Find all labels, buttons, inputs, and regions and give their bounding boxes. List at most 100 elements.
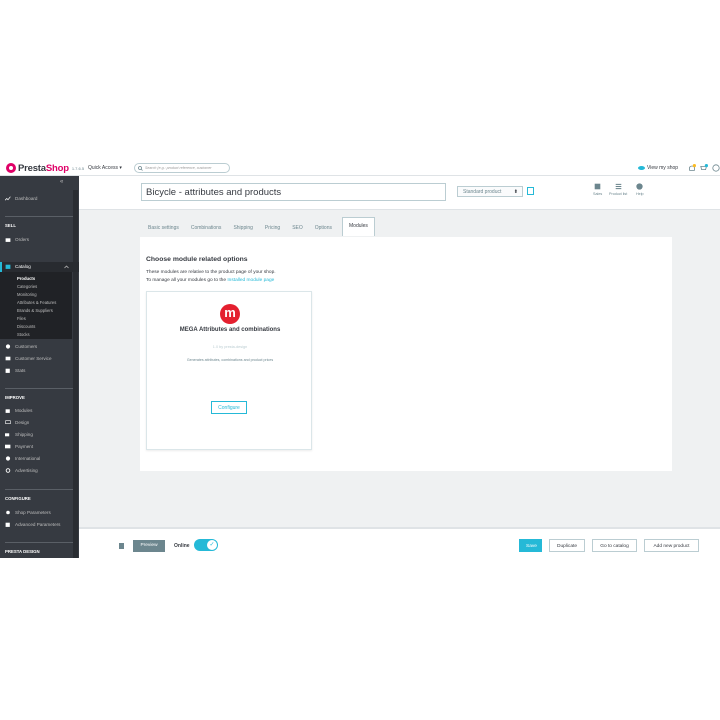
installed-module-page-link[interactable]: Installed module page	[227, 278, 274, 283]
tab-seo[interactable]: SEO	[292, 220, 309, 235]
panel-description: These modules are relative to the produc…	[146, 270, 276, 275]
logo-text-presta: Presta	[18, 162, 46, 174]
sidebar-item-label: Modules	[15, 408, 33, 413]
add-new-product-button[interactable]: Add new product	[644, 539, 699, 552]
sidebar-subitem-monitoring[interactable]: Monitoring	[17, 292, 37, 297]
sidebar-item-shipping[interactable]: Shipping	[5, 432, 33, 437]
sidebar-subitem-categories[interactable]: Categories	[17, 284, 37, 289]
product-type-info-icon[interactable]	[527, 187, 534, 195]
sidebar-subitem-discounts[interactable]: Discounts	[17, 324, 35, 329]
prestashop-logo[interactable]: PrestaShop 1.7.6.5	[6, 162, 84, 174]
sidebar-item-modules[interactable]: Modules	[5, 408, 32, 413]
duplicate-button[interactable]: Duplicate	[549, 539, 585, 552]
online-toggle[interactable]: ✓	[194, 539, 218, 551]
logo-text-shop: Shop	[45, 162, 69, 174]
orders-notification-icon[interactable]	[688, 164, 696, 172]
help-label: Help	[636, 192, 644, 196]
sidebar-item-label: Customers	[15, 344, 38, 349]
sidebar: « Dashboard SELL Orders Catalog Products…	[0, 176, 79, 558]
product-footer: Preview Online ✓ Save Duplicate Go to ca…	[79, 527, 720, 558]
sidebar-subitem-stocks[interactable]: Stocks	[17, 332, 30, 337]
trending-icon	[5, 196, 11, 201]
section-sell: SELL	[5, 223, 16, 228]
help-button[interactable]: Help	[636, 183, 644, 196]
sidebar-item-international[interactable]: International	[5, 456, 40, 461]
eye-icon	[638, 166, 645, 170]
module-description: Generates attributes, combinations and p…	[186, 358, 274, 362]
sidebar-subitem-files[interactable]: Files	[17, 316, 26, 321]
module-version: 1.0 by presta-design	[212, 345, 248, 349]
section-presta-design: PRESTA DESIGN	[5, 549, 40, 554]
product-type-value: Standard product	[463, 189, 502, 195]
sidebar-item-label: Catalog	[15, 264, 31, 269]
tab-basic-settings[interactable]: Basic settings	[148, 220, 185, 235]
sidebar-scrollbar[interactable]	[73, 190, 78, 558]
prestashop-admin: PrestaShop 1.7.6.5 Quick Access ▾ View m…	[0, 160, 720, 558]
sidebar-item-advanced-parameters[interactable]: Advanced Parameters	[5, 522, 60, 527]
panel-title: Choose module related options	[146, 256, 248, 263]
puffin-logo-icon	[6, 163, 16, 173]
configure-button[interactable]: Configure	[211, 401, 247, 414]
sidebar-item-label: Shipping	[15, 432, 33, 437]
section-configure: CONFIGURE	[5, 496, 31, 501]
sidebar-item-design[interactable]: Design	[5, 420, 29, 425]
credit-card-icon	[5, 444, 11, 449]
product-header: Bicycle - attributes and products Standa…	[79, 176, 720, 210]
tab-pricing[interactable]: Pricing	[265, 220, 286, 235]
tab-shipping[interactable]: Shipping	[233, 220, 258, 235]
view-my-shop-link[interactable]: View my shop	[638, 165, 678, 171]
product-list-label: Product list	[609, 192, 628, 196]
view-my-shop-label: View my shop	[647, 165, 679, 171]
sidebar-item-customer-service[interactable]: Customer Service	[5, 356, 52, 361]
modules-panel: Choose module related options These modu…	[140, 237, 672, 471]
tab-combinations[interactable]: Combinations	[191, 220, 228, 235]
catalog-row: Catalog	[5, 264, 31, 269]
sidebar-item-dashboard[interactable]: Dashboard	[5, 196, 37, 201]
messages-notification-icon[interactable]	[712, 164, 720, 172]
product-type-select[interactable]: Standard product ⬍	[457, 186, 523, 197]
product-list-button[interactable]: Product list	[609, 183, 627, 196]
sidebar-item-payment[interactable]: Payment	[5, 444, 33, 449]
store-icon	[5, 264, 11, 269]
sidebar-item-label: Payment	[15, 444, 34, 449]
module-name: MEGA Attributes and combinations	[179, 327, 281, 333]
select-arrow-icon: ⬍	[513, 189, 518, 195]
tab-options[interactable]: Options	[315, 220, 338, 235]
cart-notification-icon[interactable]	[700, 164, 708, 172]
section-improve: IMPROVE	[5, 395, 25, 400]
search-input[interactable]	[143, 166, 229, 170]
save-button[interactable]: Save	[519, 539, 542, 552]
sales-button[interactable]: Sales	[593, 183, 602, 196]
sidebar-subitem-attributes[interactable]: Attributes & Features	[17, 300, 56, 305]
sidebar-item-customers[interactable]: Customers	[5, 344, 37, 349]
puzzle-icon	[5, 409, 10, 413]
top-header: PrestaShop 1.7.6.5 Quick Access ▾ View m…	[0, 160, 720, 176]
trash-icon[interactable]	[119, 543, 124, 549]
go-to-catalog-button[interactable]: Go to catalog	[592, 539, 637, 552]
sidebar-subitem-products[interactable]: Products	[17, 276, 35, 281]
sidebar-subitem-brands[interactable]: Brands & Suppliers	[17, 308, 53, 313]
search-box	[134, 163, 230, 173]
module-logo-icon: m	[220, 304, 240, 324]
check-icon: ✓	[207, 540, 217, 550]
divider	[5, 388, 73, 389]
user-icon	[5, 344, 11, 349]
panel-description-link-row: To manage all your modules go to the Ins…	[146, 278, 274, 283]
monitor-icon	[5, 420, 11, 425]
sidebar-item-catalog[interactable]: Catalog	[0, 262, 79, 272]
sidebar-item-stats[interactable]: Stats	[5, 368, 25, 373]
divider	[5, 216, 73, 217]
preview-button[interactable]: Preview	[133, 540, 165, 552]
collapse-sidebar-button[interactable]: «	[60, 179, 63, 185]
sidebar-item-label: Shop Parameters	[15, 510, 51, 515]
product-tabs: Basic settings Combinations Shipping Pri…	[148, 217, 381, 236]
sidebar-item-shop-parameters[interactable]: Shop Parameters	[5, 510, 51, 515]
help-icon	[636, 183, 643, 190]
sidebar-item-advertising[interactable]: Advertising	[5, 468, 38, 473]
active-indicator	[0, 262, 2, 272]
product-name-input[interactable]: Bicycle - attributes and products	[141, 183, 446, 201]
quick-access-dropdown[interactable]: Quick Access ▾	[88, 165, 122, 171]
sidebar-item-label: International	[15, 456, 41, 461]
tab-modules[interactable]: Modules	[342, 217, 375, 236]
sidebar-item-orders[interactable]: Orders	[5, 237, 29, 242]
